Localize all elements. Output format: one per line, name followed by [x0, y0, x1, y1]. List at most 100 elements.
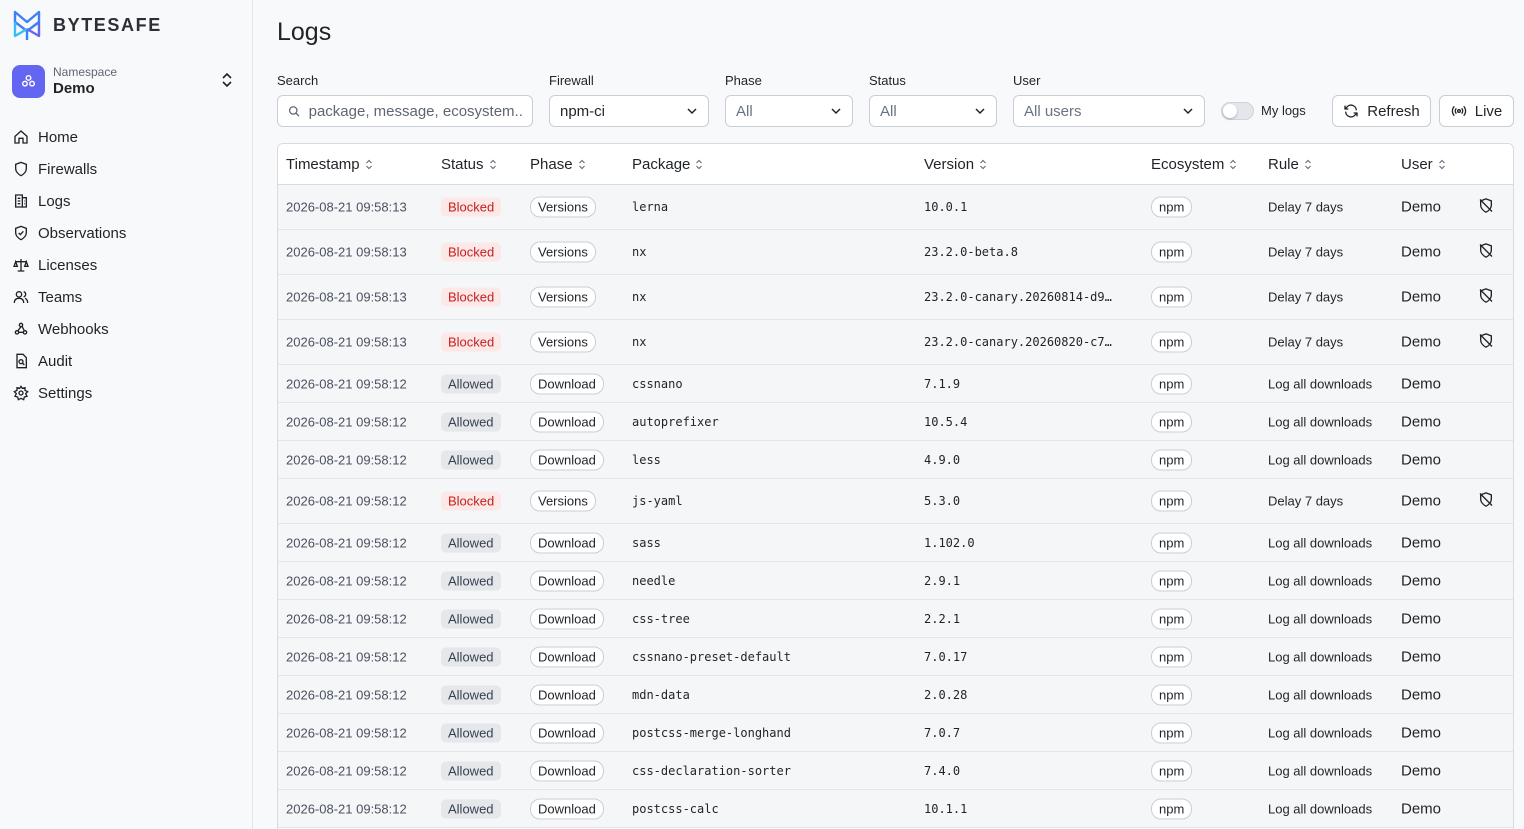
phase-cell: Download: [530, 532, 604, 553]
version-cell: 1.102.0: [924, 535, 975, 550]
column-header-phase[interactable]: Phase: [530, 156, 586, 173]
column-header-timestamp[interactable]: Timestamp: [286, 156, 373, 173]
column-header-status[interactable]: Status: [441, 156, 497, 173]
column-header-version[interactable]: Version: [924, 156, 987, 173]
timestamp-cell: 2026-08-21 09:58:13: [286, 289, 407, 305]
table-row[interactable]: 2026-08-21 09:58:12 Allowed Download css-de…: [278, 752, 1513, 790]
rule-cell: Delay 7 days: [1268, 493, 1344, 509]
toggle-knob: [1223, 104, 1237, 118]
exempt-shield-off-icon[interactable]: [1478, 492, 1494, 511]
table-row[interactable]: 2026-08-21 09:58:12 Allowed Download cssnan…: [278, 365, 1513, 403]
column-header-user[interactable]: User: [1401, 156, 1446, 173]
table-row[interactable]: 2026-08-21 09:58:12 Allowed Download postcs…: [278, 790, 1513, 828]
phase-pill: Download: [530, 646, 604, 667]
table-row[interactable]: 2026-08-21 09:58:13 Blocked Versions lerna 1…: [278, 185, 1513, 230]
sidebar-item-teams[interactable]: Teams: [13, 281, 241, 313]
sort-icon: [980, 159, 986, 170]
user-select[interactable]: All users: [1013, 95, 1205, 127]
phase-select[interactable]: All: [725, 95, 853, 127]
brand[interactable]: BYTESAFE: [12, 9, 162, 41]
sidebar-item-logs[interactable]: Logs: [13, 185, 241, 217]
rule-cell: Delay 7 days: [1268, 334, 1344, 350]
sidebar-item-webhooks[interactable]: Webhooks: [13, 313, 241, 345]
column-header-ecosystem[interactable]: Ecosystem: [1151, 156, 1237, 173]
rule-cell: Log all downloads: [1268, 725, 1373, 740]
phase-pill: Download: [530, 684, 604, 705]
exempt-shield-off-icon[interactable]: [1478, 243, 1494, 262]
timestamp-cell: 2026-08-21 09:58:12: [286, 725, 407, 740]
status-badge: Allowed: [441, 533, 501, 552]
exempt-shield-off-icon[interactable]: [1478, 288, 1494, 307]
table-row[interactable]: 2026-08-21 09:58:12 Allowed Download autopr…: [278, 403, 1513, 441]
column-header-rule[interactable]: Rule: [1268, 156, 1312, 173]
exempt-shield-off-icon[interactable]: [1478, 333, 1494, 352]
search-input[interactable]: [308, 102, 522, 120]
search-box[interactable]: [277, 95, 533, 127]
sort-icon: [1438, 159, 1445, 170]
phase-cell: Download: [530, 798, 604, 819]
sidebar-item-settings[interactable]: Settings: [13, 377, 241, 409]
sidebar-item-label: Observations: [38, 224, 127, 242]
package-cell: autoprefixer: [632, 414, 719, 429]
ecosystem-pill: npm: [1151, 570, 1193, 591]
phase-label: Phase: [725, 73, 762, 88]
column-header-package[interactable]: Package: [632, 156, 703, 173]
phase-pill: Download: [530, 373, 604, 394]
sort-icon: [578, 159, 585, 170]
table-row[interactable]: 2026-08-21 09:58:12 Allowed Download mdn-da…: [278, 676, 1513, 714]
phase-cell: Download: [530, 646, 604, 667]
table-row[interactable]: 2026-08-21 09:58:13 Blocked Versions nx 23.2…: [278, 230, 1513, 275]
live-button[interactable]: Live: [1439, 95, 1514, 127]
table-row[interactable]: 2026-08-21 09:58:12 Allowed Download postcs…: [278, 714, 1513, 752]
phase-pill: Download: [530, 722, 604, 743]
table-row[interactable]: 2026-08-21 09:58:12 Allowed Download less 4.…: [278, 441, 1513, 479]
phase-cell: Download: [530, 449, 604, 470]
sidebar-item-licenses[interactable]: Licenses: [13, 249, 241, 281]
user-cell: Demo: [1401, 375, 1442, 392]
ecosystem-pill: npm: [1151, 760, 1193, 781]
logs-table: Timestamp Status Phase Package Version E…: [277, 143, 1514, 829]
column-label: Rule: [1268, 156, 1299, 173]
phase-pill: Versions: [530, 241, 596, 263]
table-row[interactable]: 2026-08-21 09:58:12 Allowed Download cssnan…: [278, 638, 1513, 676]
chevron-down-icon: [1183, 108, 1193, 115]
sidebar-nav: Home Firewalls Logs Observations License…: [13, 121, 241, 409]
package-cell: less: [632, 452, 661, 467]
table-row[interactable]: 2026-08-21 09:58:12 Allowed Download needle…: [278, 562, 1513, 600]
table-row[interactable]: 2026-08-21 09:58:12 Allowed Download css-tr…: [278, 600, 1513, 638]
exempt-shield-off-icon[interactable]: [1478, 198, 1494, 217]
version-cell: 7.0.7: [924, 725, 961, 740]
sidebar-item-observations[interactable]: Observations: [13, 217, 241, 249]
firewall-select[interactable]: npm-ci: [549, 95, 709, 127]
status-select[interactable]: All: [869, 95, 997, 127]
phase-cell: Download: [530, 608, 604, 629]
rule-cell: Log all downloads: [1268, 573, 1373, 588]
package-cell: lerna: [632, 200, 669, 214]
timestamp-cell: 2026-08-21 09:58:12: [286, 414, 407, 429]
users-icon: [13, 291, 29, 304]
table-row[interactable]: 2026-08-21 09:58:13 Blocked Versions nx 23.2…: [278, 275, 1513, 320]
ecosystem-cell: npm: [1151, 241, 1193, 263]
chevron-down-icon: [831, 108, 841, 115]
phase-cell: Versions: [530, 490, 596, 512]
sidebar-item-home[interactable]: Home: [13, 121, 241, 153]
status-cell: Allowed: [441, 374, 501, 393]
status-cell: Blocked: [441, 287, 502, 307]
namespace-switcher[interactable]: Namespace Demo: [12, 62, 242, 100]
status-cell: Allowed: [441, 647, 501, 666]
status-label: Status: [869, 73, 906, 88]
refresh-button[interactable]: Refresh: [1332, 95, 1431, 127]
status-badge: Allowed: [441, 374, 501, 393]
column-label: User: [1401, 156, 1433, 173]
status-badge: Allowed: [441, 761, 501, 780]
package-cell: nx: [632, 335, 647, 349]
gear-icon: [13, 385, 29, 401]
status-cell: Blocked: [441, 491, 502, 511]
sidebar-item-firewalls[interactable]: Firewalls: [13, 153, 241, 185]
my-logs-toggle[interactable]: [1221, 102, 1254, 120]
table-row[interactable]: 2026-08-21 09:58:13 Blocked Versions nx 23.2…: [278, 320, 1513, 365]
table-row[interactable]: 2026-08-21 09:58:12 Allowed Download sass 1.…: [278, 524, 1513, 562]
table-row[interactable]: 2026-08-21 09:58:12 Blocked Versions js-yam…: [278, 479, 1513, 524]
ecosystem-cell: npm: [1151, 608, 1193, 629]
sidebar-item-audit[interactable]: Audit: [13, 345, 241, 377]
